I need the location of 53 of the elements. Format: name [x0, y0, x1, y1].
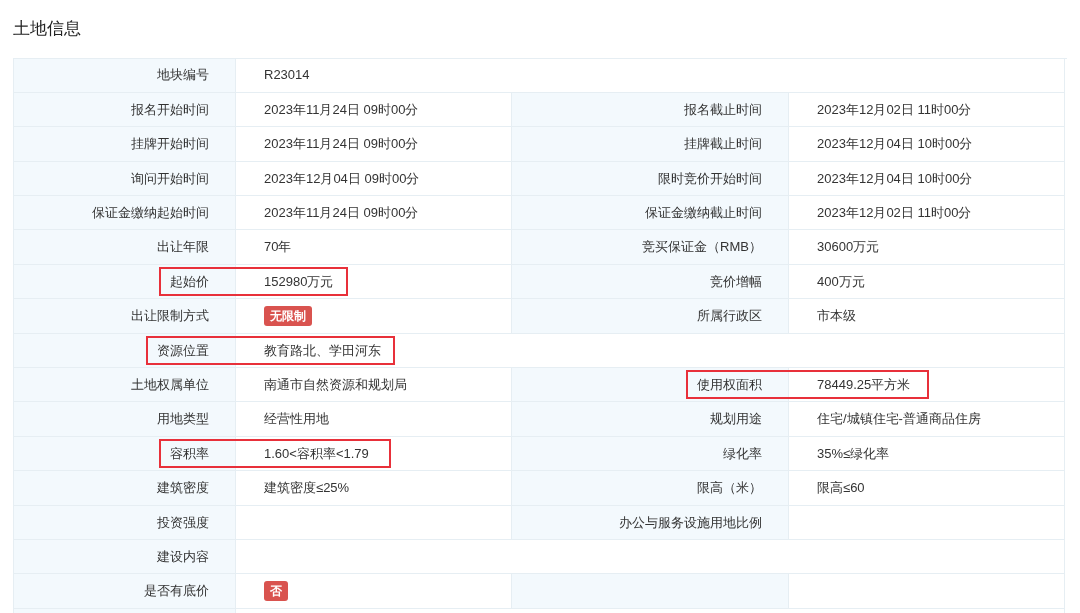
field-label: 是否有底价 — [14, 574, 236, 609]
field-label: 限时竞价开始时间 — [512, 161, 789, 197]
field-label: 询问开始时间 — [14, 161, 236, 197]
field-label: 保证金缴纳起始时间 — [14, 196, 236, 231]
field-label: 报名开始时间 — [14, 92, 236, 128]
field-value: 2023年12月04日 09时00分 — [264, 169, 420, 188]
field-value: 30600万元 — [817, 238, 880, 257]
field-label: 建筑密度 — [14, 471, 236, 506]
field-label: 出让限制方式 — [14, 299, 236, 334]
field-label: 用地类型 — [14, 402, 236, 437]
field-label: 报名截止时间 — [512, 92, 789, 128]
field-label: 办公与服务设施用地比例 — [512, 505, 789, 540]
field-label: 出让年限 — [14, 230, 236, 265]
field-value: 1.60<容积率<1.79 — [264, 444, 369, 463]
status-badge: 无限制 — [264, 305, 312, 326]
field-value: 2023年11月24日 09时00分 — [264, 100, 419, 119]
field-value: 2023年12月02日 11时00分 — [817, 204, 972, 222]
field-value: R23014 — [264, 66, 310, 85]
field-label: 地块编号 — [14, 58, 236, 93]
field-value: 建筑密度≤25% — [264, 479, 350, 498]
field-label: 挂牌开始时间 — [14, 127, 236, 162]
field-label: 使用权面积 — [512, 368, 789, 403]
field-value: 35%≤绿化率 — [817, 444, 890, 463]
field-value: 限高≤60 — [817, 479, 865, 498]
field-label: 绿化率 — [512, 436, 789, 472]
field-value: 经营性用地 — [264, 410, 329, 429]
field-label: 竞价增幅 — [512, 264, 789, 300]
field-value: 2023年12月02日 11时00分 — [817, 100, 972, 119]
field-value: 市本级 — [817, 307, 856, 326]
field-label: 规划用途 — [512, 402, 789, 437]
field-value: 住宅/城镇住宅-普通商品住房 — [817, 410, 981, 429]
field-value: 152980万元 — [264, 272, 334, 291]
field-label: 容积率 — [14, 436, 236, 472]
field-value: 2023年11月24日 09时00分 — [264, 204, 419, 222]
field-label: 竞买保证金（RMB） — [512, 230, 789, 265]
field-value: 2023年11月24日 09时00分 — [264, 135, 419, 154]
field-value: 78449.25平方米 — [817, 375, 911, 394]
field-label: 建设内容 — [14, 539, 236, 575]
field-value: 400万元 — [817, 272, 865, 291]
field-label: 起始价 — [14, 264, 236, 300]
field-label: 土地权属单位 — [14, 368, 236, 403]
field-label: 投资强度 — [14, 505, 236, 540]
field-label: 挂牌截止时间 — [512, 127, 789, 162]
field-label: 限高（米） — [512, 471, 789, 506]
field-label: 所属行政区 — [512, 299, 789, 334]
field-value: 2023年12月04日 10时00分 — [817, 169, 973, 188]
field-value: 70年 — [264, 238, 292, 257]
field-value: 2023年12月04日 10时00分 — [817, 135, 973, 154]
status-badge: 否 — [264, 581, 288, 602]
section-title: 土地信息 — [13, 18, 82, 40]
field-value: 南通市自然资源和规划局 — [264, 375, 407, 394]
field-label: 保证金缴纳截止时间 — [512, 196, 789, 231]
field-value: 教育路北、学田河东 — [264, 341, 381, 360]
